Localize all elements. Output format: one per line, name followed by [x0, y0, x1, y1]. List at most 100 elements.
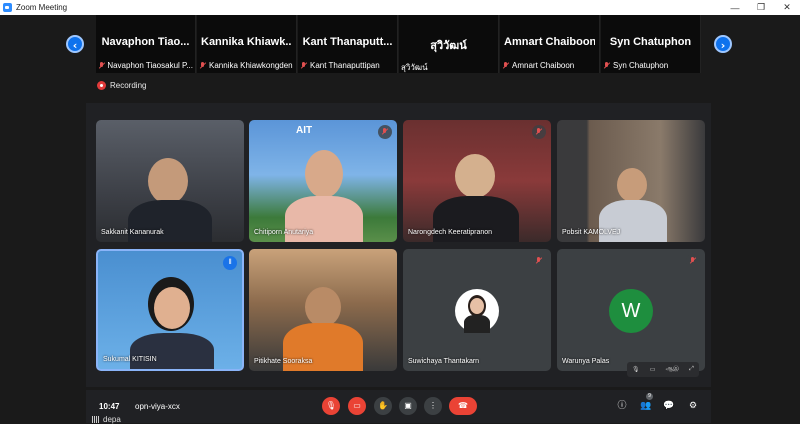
people-count-badge: 9 [646, 393, 653, 400]
leave-call-button[interactable]: ☎ [449, 397, 477, 415]
participant-face [148, 158, 188, 204]
camera-off-icon[interactable]: ▭ [650, 366, 656, 373]
activities-icon: ⚙ [688, 400, 698, 410]
mic-muted-icon [300, 61, 308, 70]
participant-initial-avatar: W [609, 289, 653, 333]
participant-name: Sukumal KITISIN [103, 356, 157, 363]
strip-label-text: Syn Chatuphon [613, 61, 669, 70]
window-titlebar: Zoom Meeting — ❐ ✕ [0, 0, 800, 15]
participant-body [130, 333, 214, 369]
camera-off-icon: ▭ [353, 401, 361, 410]
participant-face [305, 287, 341, 327]
strip-label: Syn Chatuphon [603, 61, 698, 70]
mic-muted-icon [199, 61, 207, 70]
meeting-time: 10:47 [99, 402, 120, 411]
tile-mic-status [378, 125, 392, 139]
strip-label-text: สุวิวัฒน์ [401, 63, 428, 72]
strip-display-name: Kant Thanaputt... [302, 36, 393, 48]
strip-tile-suwiwat[interactable]: สุวิวัฒน์ สุวิวัฒน์ [399, 15, 499, 73]
mic-muted-icon [98, 61, 105, 70]
strip-label: Kannika Khiawkongden [199, 61, 294, 70]
close-button[interactable]: ✕ [774, 2, 800, 13]
hand-icon: ✋ [378, 401, 388, 410]
mic-toggle-button[interactable]: 🎙 [322, 397, 340, 415]
info-button[interactable]: ⓘ [615, 398, 629, 412]
mic-muted-icon [535, 128, 543, 136]
people-icon: 👥 [640, 400, 652, 410]
strip-next-button[interactable]: › [714, 35, 732, 53]
video-tile-chitiporn[interactable]: AIT Chitiporn Anutariya [249, 120, 397, 242]
meeting-code: opn-viya-xcx [135, 402, 180, 411]
strip-label-text: Amnart Chaiboon [512, 61, 575, 70]
expand-icon[interactable]: ⤢ [689, 366, 694, 373]
participant-name: Pobsit KAMOLVEJ [562, 229, 621, 236]
restore-button[interactable]: ❐ [748, 2, 774, 13]
strip-tile-syn[interactable]: Syn Chatuphon Syn Chatuphon [601, 15, 701, 73]
present-screen-icon: ▣ [404, 401, 412, 410]
video-tile-narongdech[interactable]: Narongdech Keeratipranon [403, 120, 551, 242]
raise-hand-button[interactable]: ✋ [374, 397, 392, 415]
avatar-body [464, 315, 490, 333]
strip-label: สุวิวัฒน์ [401, 61, 496, 74]
mic-off-icon[interactable]: 🎙 [632, 366, 640, 373]
video-tile-pitikhate[interactable]: Pitikhate Sooraksa [249, 249, 397, 371]
participant-face [455, 154, 495, 198]
chat-button[interactable]: 💬 [662, 398, 676, 412]
strip-display-name: สุวิวัฒน์ [430, 40, 467, 52]
participant-name: Pitikhate Sooraksa [254, 358, 313, 365]
strip-label-text: Kannika Khiawkongden [209, 61, 293, 70]
video-tile-pobsit[interactable]: Pobsit KAMOLVEJ [557, 120, 705, 242]
window-title: Zoom Meeting [16, 3, 68, 12]
more-vert-icon: ⋮ [429, 401, 437, 410]
strip-label-text: Navaphon Tiaosakul P... [107, 61, 193, 70]
participant-name: Warunya Palas [562, 358, 610, 365]
participant-face [154, 287, 190, 329]
participant-name: Chitiporn Anutariya [254, 229, 314, 236]
hang-up-icon: ☎ [458, 401, 468, 410]
strip-label: Amnart Chaiboon [502, 61, 597, 70]
mic-muted-icon [502, 61, 510, 70]
strip-display-name: Kannika Khiawk... [201, 36, 292, 48]
strip-tile-kannika[interactable]: Kannika Khiawk... Kannika Khiawkongden [197, 15, 297, 73]
participant-face [617, 168, 647, 202]
recording-icon [97, 81, 106, 90]
mic-muted-icon [689, 257, 697, 265]
recording-label: Recording [110, 81, 147, 90]
mic-off-icon: 🎙 [325, 401, 337, 410]
strip-tile-navaphon[interactable]: Navaphon Tiao... Navaphon Tiaosakul P... [96, 15, 196, 73]
present-button[interactable]: ▣ [399, 397, 417, 415]
recording-indicator[interactable]: Recording [97, 81, 146, 90]
people-button[interactable]: 👥 [639, 398, 653, 412]
speaking-indicator-icon: ⦀ [223, 256, 237, 270]
strip-tile-kant[interactable]: Kant Thanaputt... Kant Thanaputtipan [298, 15, 398, 73]
activities-button[interactable]: ⚙ [686, 398, 700, 412]
participant-name: Suwichaya Thantakarn [408, 358, 480, 365]
zoom-app-icon [3, 3, 12, 12]
mic-muted-icon [381, 128, 389, 136]
video-tile-warunya[interactable]: W Warunya Palas [557, 249, 705, 371]
self-view-controls: 🎙 ▭ ஆஇ ⤢ [627, 362, 699, 377]
strip-display-name: Navaphon Tiao... [101, 36, 190, 48]
video-tile-sukumal[interactable]: ⦀ Sukumal KITISIN [96, 249, 244, 371]
chat-icon: 💬 [663, 400, 675, 410]
signal-strength-icon [92, 416, 100, 423]
strip-display-name: Amnart Chaiboon [504, 36, 595, 48]
info-icon: ⓘ [617, 400, 627, 410]
ait-logo: AIT [296, 125, 313, 136]
strip-display-name: Syn Chatuphon [609, 36, 692, 48]
strip-prev-button[interactable]: ‹ [66, 35, 84, 53]
tile-mic-status [532, 254, 546, 268]
strip-tile-amnart[interactable]: Amnart Chaiboon Amnart Chaiboon [500, 15, 600, 73]
participant-name: Sakkanit Kananurak [101, 229, 164, 236]
tile-mic-status [532, 125, 546, 139]
minimize-button[interactable]: — [722, 3, 748, 13]
participant-face [305, 150, 343, 198]
video-tile-suwichaya[interactable]: Suwichaya Thantakarn [403, 249, 551, 371]
strip-label: Kant Thanaputtipan [300, 61, 395, 70]
more-options-button[interactable]: ⋮ [424, 397, 442, 415]
strip-label: Navaphon Tiaosakul P... [98, 61, 193, 70]
avatar-face [470, 298, 484, 314]
self-view-label: ஆஇ [665, 366, 679, 372]
video-tile-sakkanit[interactable]: Sakkanit Kananurak [96, 120, 244, 242]
camera-toggle-button[interactable]: ▭ [348, 397, 366, 415]
